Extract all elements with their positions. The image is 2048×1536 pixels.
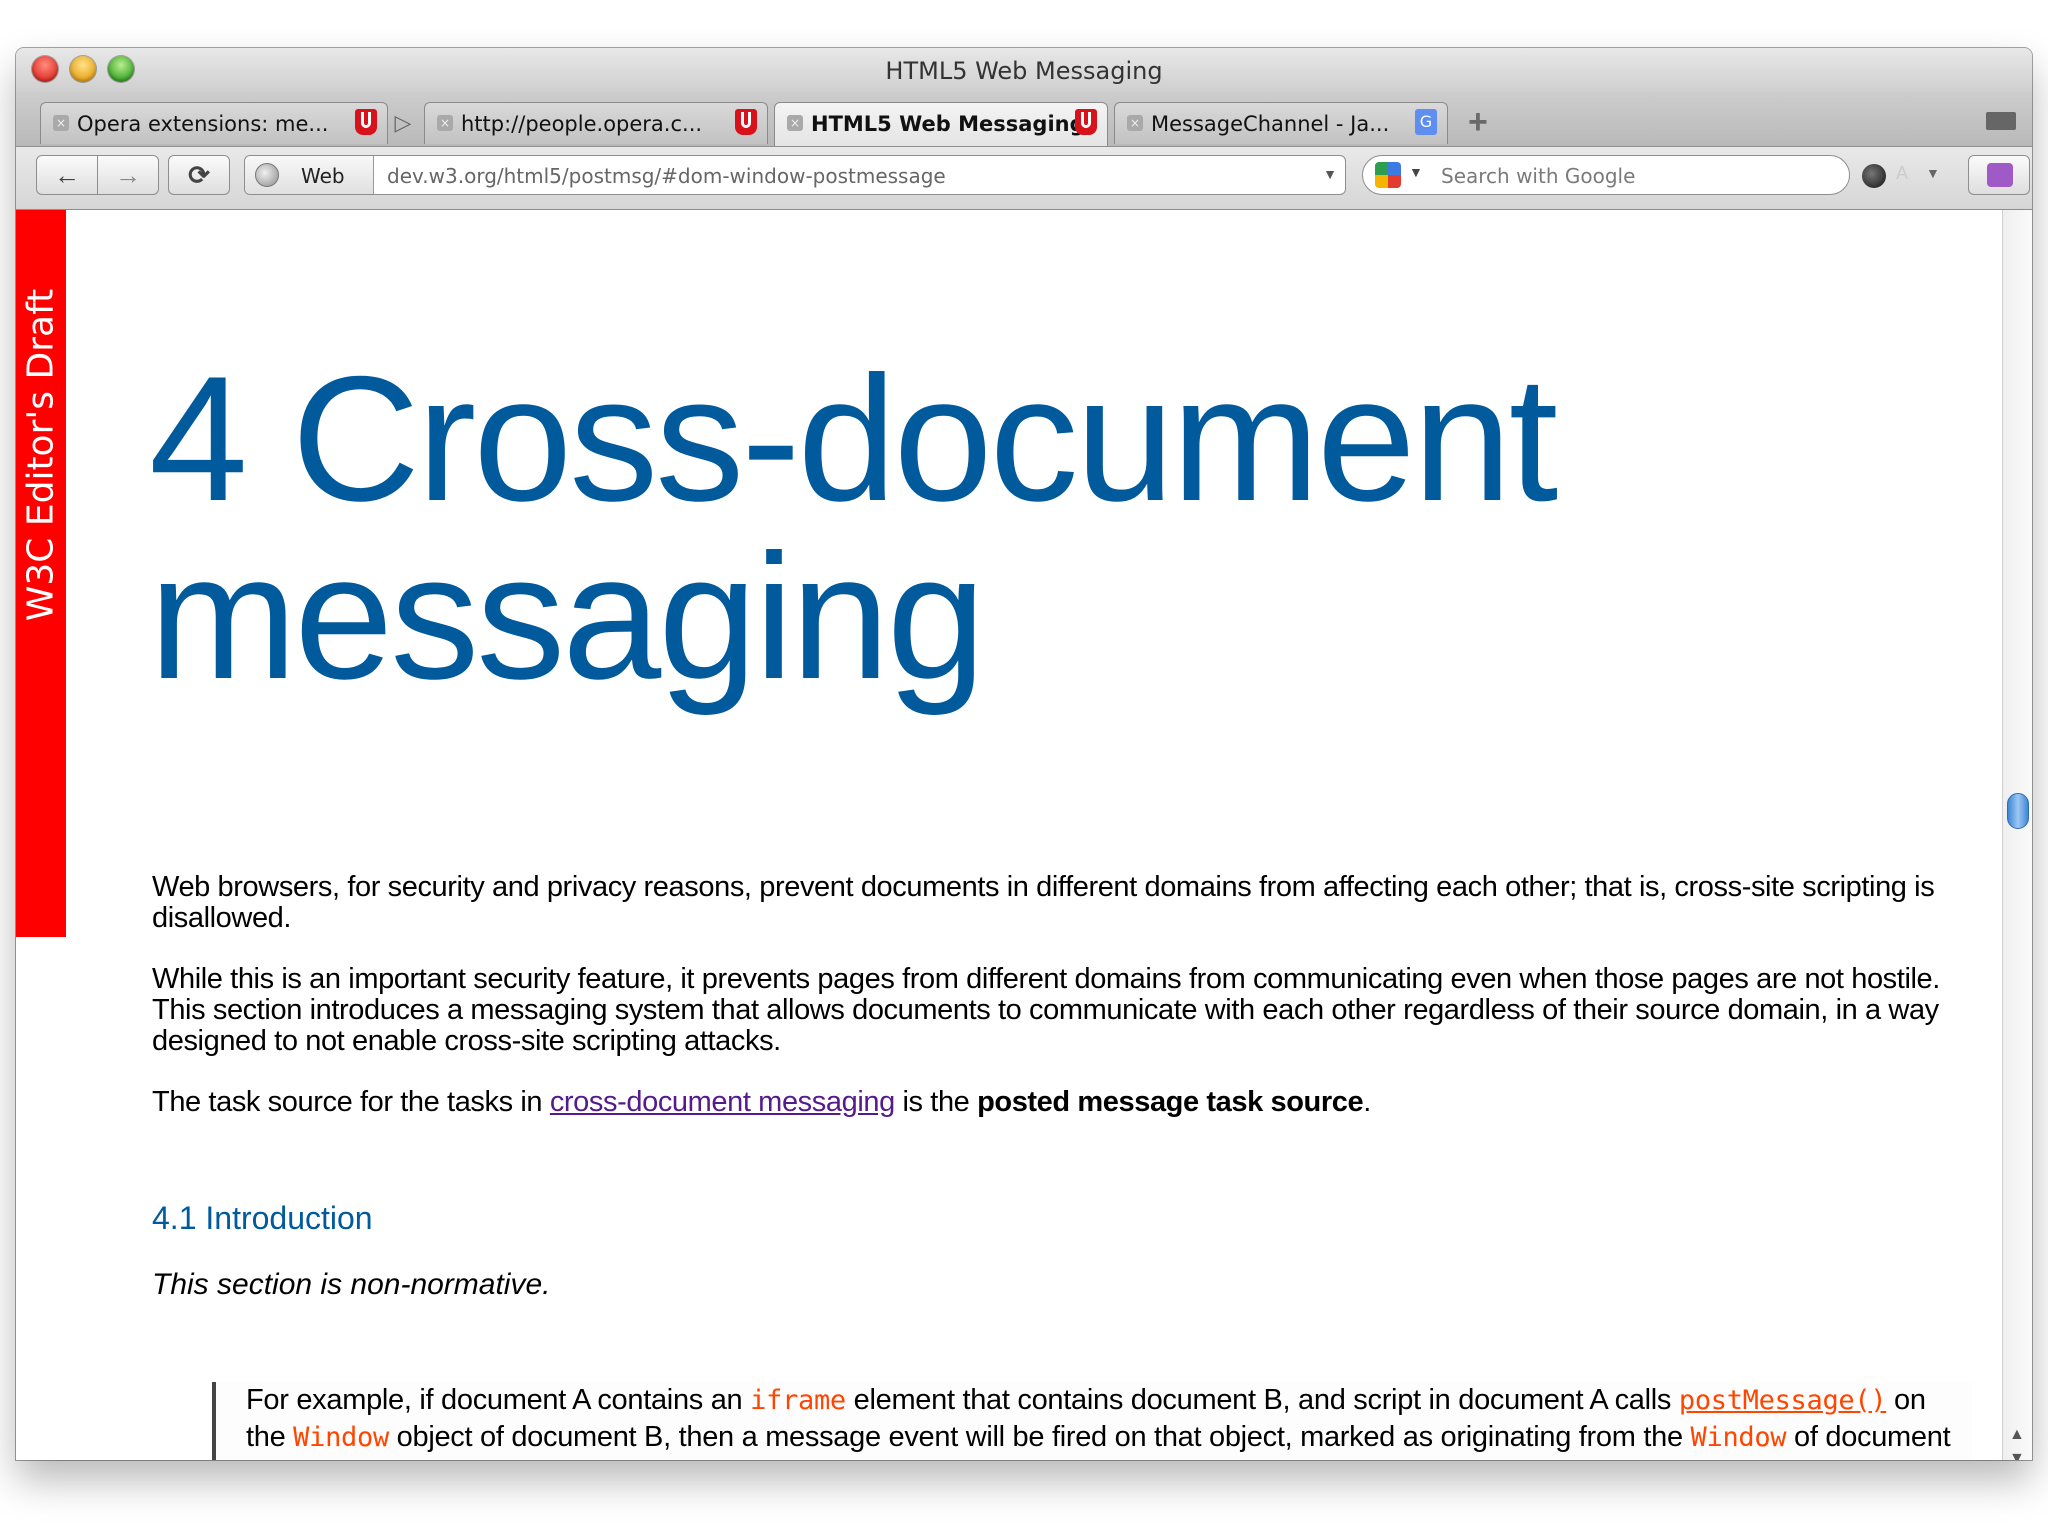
section-heading-introduction: 4.1 Introduction [152, 1200, 373, 1236]
search-bar[interactable]: ▼ [1362, 155, 1850, 195]
window-code: Window [1690, 1422, 1787, 1453]
tab-close-icon[interactable]: × [1127, 115, 1143, 131]
scrollbar-thumb[interactable] [2007, 793, 2029, 829]
search-engine-dropdown-icon[interactable]: ▼ [1409, 164, 1423, 180]
tab-html5-web-messaging[interactable]: × HTML5 Web Messaging [774, 102, 1108, 146]
draft-banner-label: W3C Editor's Draft [20, 288, 62, 622]
example-block: For example, if document A contains an i… [212, 1382, 1972, 1460]
w3c-draft-banner[interactable]: W3C Editor's Draft [16, 210, 66, 937]
example-text-part: element that contains document B, and sc… [845, 1384, 1679, 1416]
tab-label: MessageChannel - Ja... [1151, 112, 1390, 136]
paragraph-task-source: The task source for the tasks in cross-d… [152, 1087, 1952, 1118]
site-info-label: Web [301, 164, 345, 188]
url-text[interactable]: dev.w3.org/html5/postmsg/#dom-window-pos… [387, 164, 946, 188]
navigation-toolbar: ← → ⟳ Web dev.w3.org/html5/postmsg/#dom-… [16, 147, 2032, 210]
cross-document-messaging-link[interactable]: cross-document messaging [550, 1086, 895, 1118]
task-source-text-1: The task source for the tasks in [152, 1086, 550, 1118]
globe-icon [255, 163, 279, 187]
tab-label: Opera extensions: me... [77, 112, 329, 136]
site-info-badge[interactable]: Web [245, 156, 374, 194]
opera-icon [355, 109, 377, 135]
vertical-scrollbar[interactable]: ▲ ▼ [2002, 210, 2032, 1460]
window-code: Window [293, 1422, 389, 1453]
non-normative-note: This section is non-normative. [152, 1268, 551, 1301]
task-source-text-2: is the [894, 1086, 978, 1118]
opera-icon [1075, 109, 1097, 135]
address-bar[interactable]: Web dev.w3.org/html5/postmsg/#dom-window… [244, 155, 1346, 195]
extensions-button[interactable] [1968, 155, 2030, 195]
tab-close-icon[interactable]: × [787, 115, 803, 131]
paragraph-intro: Web browsers, for security and privacy r… [152, 871, 1935, 934]
tab-bar: × Opera extensions: me... ▷ × http://peo… [16, 92, 2032, 147]
font-dropdown-icon[interactable]: ▼ [1926, 165, 1940, 181]
example-text-part: object of document B, then a message eve… [388, 1421, 1691, 1453]
back-button[interactable]: ← [36, 155, 98, 195]
forward-button[interactable]: → [97, 155, 159, 195]
google-search-engine-icon[interactable] [1375, 162, 1401, 188]
example-text: For example, if document A contains an i… [246, 1382, 1972, 1460]
tab-close-icon[interactable]: × [437, 115, 453, 131]
new-tab-plus-icon[interactable]: + [1468, 104, 1488, 140]
browser-window: HTML5 Web Messaging × Opera extensions: … [16, 48, 2032, 1460]
task-source-term: posted message task source [977, 1086, 1364, 1118]
scroll-down-arrow-icon[interactable]: ▼ [2009, 1450, 2025, 1460]
iframe-code: iframe [750, 1385, 846, 1416]
reload-button[interactable]: ⟳ [168, 155, 230, 195]
page-title-line-2: messaging [149, 517, 986, 716]
paragraph-security: While this is an important security feat… [152, 963, 1940, 1057]
window-title: HTML5 Web Messaging [885, 57, 1163, 85]
opera-icon [735, 109, 757, 135]
page-title-line-1: 4 Cross-document [149, 339, 1558, 538]
example-text-part: For example, if document A contains an [246, 1384, 751, 1416]
opera-unite-icon[interactable] [1862, 164, 1886, 188]
tab-close-icon[interactable]: × [53, 115, 69, 131]
page-title: 4 Cross-document messaging [149, 350, 1558, 706]
title-bar: HTML5 Web Messaging [16, 48, 2032, 92]
tab-people-opera[interactable]: × http://people.opera.c... [424, 102, 768, 144]
tab-messagechannel[interactable]: × MessageChannel - Ja... G [1114, 102, 1448, 144]
tab-scroll-right-icon[interactable]: ▷ [392, 104, 414, 142]
puzzle-piece-icon [1987, 163, 2013, 187]
tab-label: HTML5 Web Messaging [811, 112, 1085, 136]
tab-label: http://people.opera.c... [461, 112, 703, 136]
postmessage-link[interactable]: postMessage() [1679, 1385, 1887, 1416]
g-icon: G [1415, 109, 1437, 135]
task-source-text-3: . [1363, 1086, 1371, 1118]
font-size-icon[interactable]: A [1896, 163, 1908, 184]
tab-menu-icon[interactable] [1986, 112, 2016, 130]
page-viewport: W3C Editor's Draft 4 Cross-document mess… [16, 210, 2002, 1460]
address-dropdown-icon[interactable]: ▼ [1323, 166, 1337, 182]
tab-opera-extensions[interactable]: × Opera extensions: me... [40, 102, 388, 144]
search-input[interactable] [1439, 161, 1833, 191]
scroll-up-arrow-icon[interactable]: ▲ [2009, 1426, 2025, 1444]
